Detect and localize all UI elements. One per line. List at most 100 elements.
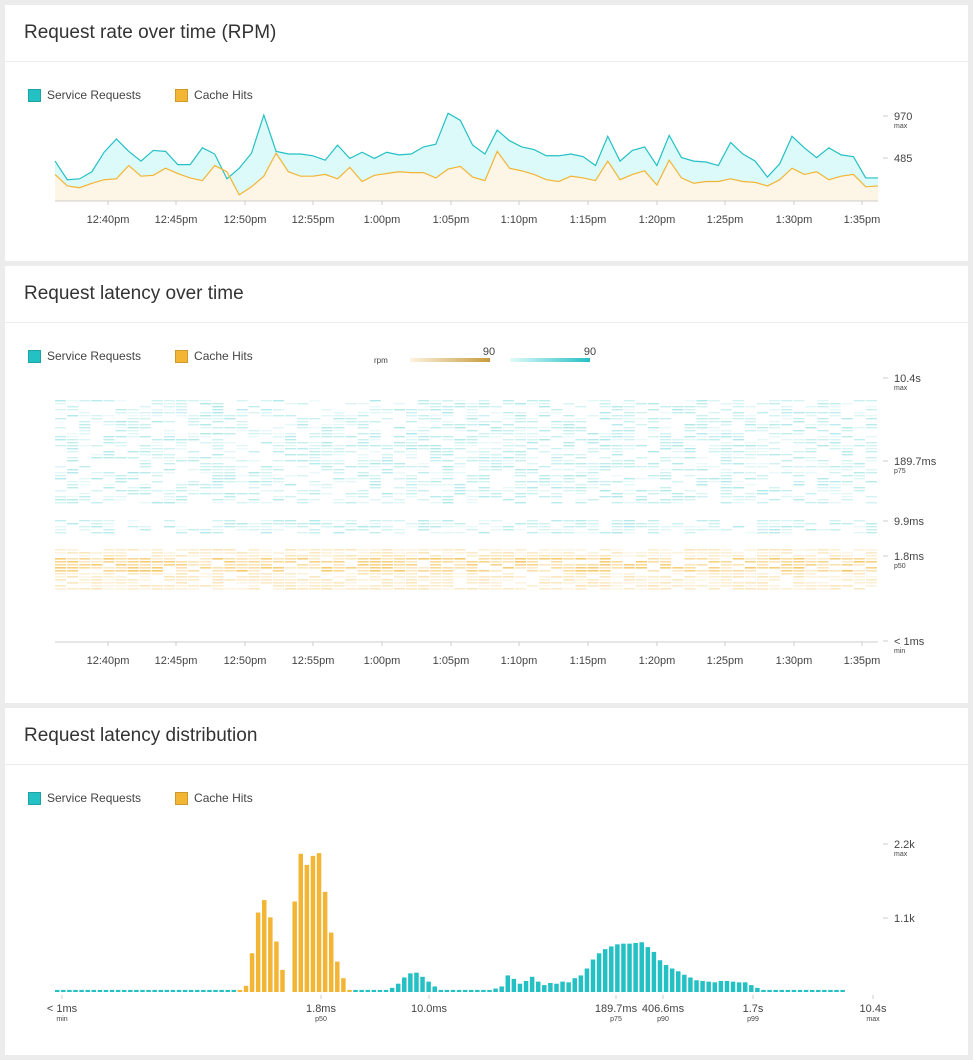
histogram-bar-cache	[262, 900, 267, 992]
heatmap-cell-service	[91, 490, 103, 492]
heatmap-cell-service	[285, 424, 297, 426]
heatmap-cell-service	[829, 448, 841, 450]
latency-panel: Request latency over time Service Reques…	[5, 266, 968, 703]
x-tick-sublabel: p99	[747, 1016, 759, 1023]
heatmap-cell-service	[139, 463, 151, 465]
heatmap-cell-service	[418, 484, 430, 486]
heatmap-cell-service	[260, 433, 272, 435]
heatmap-cell-service	[696, 520, 708, 522]
heatmap-cell-cache	[151, 558, 163, 560]
heatmap-cell-cache	[260, 561, 272, 563]
heatmap-cell-cache	[103, 561, 115, 563]
heatmap-cell-service	[406, 451, 418, 453]
heatmap-cell-service	[635, 502, 647, 504]
distribution-chart[interactable]: < 1msmin1.8msp5010.0ms 189.7msp75406.6msp…	[5, 708, 968, 1055]
heatmap-cell-cache	[514, 552, 526, 554]
heatmap-cell-service	[527, 457, 539, 459]
heatmap-cell-service	[248, 433, 260, 435]
heatmap-cell-cache	[103, 552, 115, 554]
heatmap-cell-service	[865, 496, 877, 498]
heatmap-cell-service	[163, 493, 175, 495]
heatmap-cell-service	[599, 496, 611, 498]
heatmap-cell-service	[212, 409, 224, 411]
heatmap-cell-service	[539, 415, 551, 417]
heatmap-cell-service	[490, 526, 502, 528]
heatmap-cell-service	[345, 466, 357, 468]
heatmap-cell-cache	[853, 564, 865, 566]
histogram-bar-service	[444, 989, 450, 992]
heatmap-cell-service	[660, 433, 672, 435]
heatmap-cell-service	[599, 445, 611, 447]
heatmap-cell-cache	[466, 567, 478, 569]
heatmap-cell-service	[599, 433, 611, 435]
heatmap-cell-service	[309, 400, 321, 402]
heatmap-cell-cache	[478, 558, 490, 560]
heatmap-cell-service	[539, 484, 551, 486]
histogram-bar-service	[749, 985, 754, 992]
heatmap-cell-cache	[514, 555, 526, 557]
heatmap-cell-service	[176, 496, 188, 498]
heatmap-cell-service	[611, 460, 623, 462]
heatmap-cell-service	[708, 439, 720, 441]
heatmap-cell-service	[309, 460, 321, 462]
heatmap-cell-service	[660, 475, 672, 477]
heatmap-cell-service	[805, 502, 817, 504]
heatmap-cell-service	[514, 469, 526, 471]
heatmap-cell-service	[708, 451, 720, 453]
heatmap-cell-service	[103, 532, 115, 534]
heatmap-cell-cache	[369, 555, 381, 557]
histogram-bar-service	[645, 947, 651, 992]
heatmap-cell-service	[55, 436, 67, 438]
heatmap-cell-service	[660, 529, 672, 531]
heatmap-cell-service	[103, 400, 115, 402]
heatmap-cell-service	[151, 457, 163, 459]
heatmap-cell-service	[684, 469, 696, 471]
heatmap-cell-service	[527, 403, 539, 405]
heatmap-cell-service	[369, 484, 381, 486]
heatmap-cell-cache	[587, 555, 599, 557]
heatmap-cell-service	[430, 526, 442, 528]
heatmap-cell-cache	[575, 576, 587, 578]
heatmap-cell-service	[454, 532, 466, 534]
heatmap-cell-cache	[720, 585, 732, 587]
heatmap-cell-service	[853, 445, 865, 447]
rate-chart[interactable]: 12:40pm 12:45pm 12:50pm 12:55pm 1:00pm 1:05pm…	[5, 5, 968, 261]
heatmap-cell-cache	[853, 582, 865, 584]
heatmap-cell-service	[478, 403, 490, 405]
heatmap-cell-service	[551, 484, 563, 486]
histogram-bar-service	[438, 989, 444, 992]
heatmap-cell-service	[478, 451, 490, 453]
heatmap-cell-service	[793, 442, 805, 444]
heatmap-cell-cache	[430, 573, 442, 575]
heatmap-cell-cache	[115, 555, 127, 557]
heatmap-cell-cache	[248, 579, 260, 581]
heatmap-cell-service	[163, 430, 175, 432]
heatmap-cell-service	[490, 430, 502, 432]
heatmap-cell-cache	[151, 573, 163, 575]
heatmap-cell-service	[224, 433, 236, 435]
heatmap-cell-service	[793, 523, 805, 525]
histogram-bar-service	[663, 965, 669, 992]
heatmap-cell-service	[285, 403, 297, 405]
heatmap-cell-service	[393, 502, 405, 504]
heatmap-cell-service	[865, 418, 877, 420]
heatmap-cell-cache	[297, 564, 309, 566]
heatmap-cell-service	[321, 448, 333, 450]
heatmap-cell-service	[575, 490, 587, 492]
heatmap-cell-service	[151, 442, 163, 444]
heatmap-cell-service	[648, 409, 660, 411]
heatmap-cell-service	[466, 421, 478, 423]
y-tick-sublabel: max	[894, 851, 908, 858]
latency-heatmap[interactable]: rpm90 9012:40pm 12:45pm 12:50pm 12:55pm 1:00p…	[5, 266, 968, 703]
heatmap-cell-service	[115, 481, 127, 483]
heatmap-cell-service	[163, 403, 175, 405]
heatmap-cell-cache	[369, 549, 381, 551]
heatmap-cell-service	[720, 418, 732, 420]
x-tick-label: 1:00pm	[364, 655, 401, 667]
heatmap-cell-service	[176, 445, 188, 447]
histogram-bar-service	[529, 976, 535, 992]
heatmap-cell-cache	[769, 579, 781, 581]
heatmap-cell-cache	[188, 552, 200, 554]
heatmap-cell-service	[430, 436, 442, 438]
heatmap-cell-service	[212, 487, 224, 489]
